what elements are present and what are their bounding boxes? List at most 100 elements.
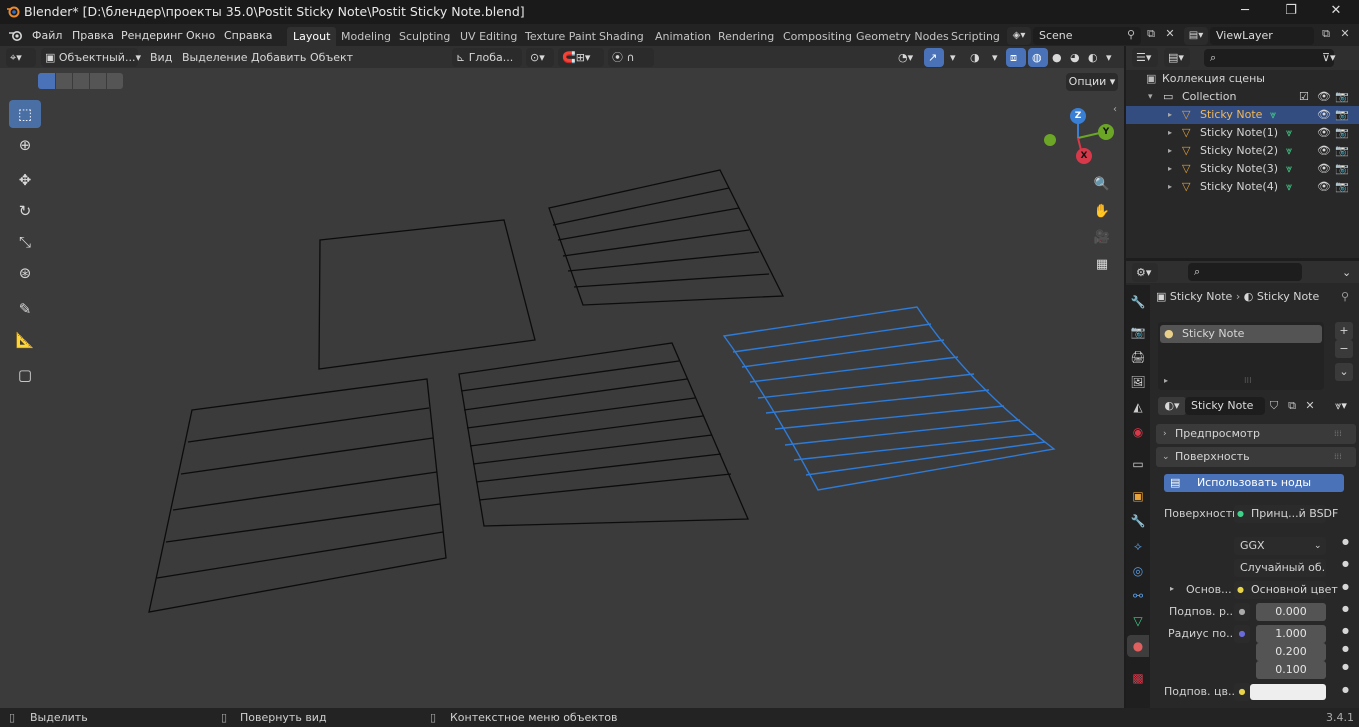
overlays-toggle-icon[interactable]: ◑	[966, 48, 988, 67]
sticky-note-mesh-flat[interactable]	[318, 219, 536, 370]
pivot-point-icon[interactable]: ⊙▾	[526, 48, 554, 67]
material-slot-list[interactable]: ● Sticky Note ▸ ⁝⁝⁝	[1158, 322, 1324, 390]
outliner-search-input[interactable]: ⌕	[1204, 49, 1334, 67]
mesh-data-icon[interactable]: ⩔	[1286, 142, 1292, 160]
drag-grip-icon[interactable]: ⁞⁞⁞	[1334, 424, 1342, 444]
overlays-dropdown-icon[interactable]: ▾	[988, 48, 1002, 67]
modifier-wrench-tab-icon[interactable]: 🔧	[1127, 510, 1149, 532]
menu-select[interactable]: Выделение	[178, 48, 252, 67]
render-tab-icon[interactable]: 📷	[1127, 321, 1149, 343]
keyframe-dot[interactable]: ●	[1342, 582, 1349, 591]
properties-options-icon[interactable]: ⌄	[1338, 263, 1354, 282]
tab-modeling[interactable]: Modeling	[335, 27, 397, 46]
material-tab-icon[interactable]: ●	[1127, 635, 1149, 657]
subsurface-method-dropdown[interactable]: Случайный об...	[1234, 559, 1326, 577]
mesh-data-tab-icon[interactable]: ▽	[1127, 610, 1149, 632]
menu-help[interactable]: Справка	[218, 27, 278, 44]
duplicate-material-icon[interactable]: ⧉	[1283, 397, 1301, 415]
expand-arrow-icon[interactable]: ▾	[1148, 88, 1153, 106]
tab-texture-paint[interactable]: Texture Paint	[519, 27, 602, 46]
visibility-eye-icon[interactable]: 👁	[1317, 124, 1331, 142]
browse-material-icon[interactable]: ◐▾	[1158, 397, 1186, 415]
perspective-grid-icon[interactable]: ▦	[1089, 252, 1115, 278]
keyframe-dot[interactable]: ●	[1342, 537, 1349, 546]
3d-viewport[interactable]: Опции ▾ ⬚ ⊕ ✥ ↻ ⤡ ⊛ ✎ 📐 ▢ Z Y X 🔍 ✋ 🎥 ▦ …	[0, 68, 1124, 708]
material-name-field[interactable]: Sticky Note	[1185, 397, 1265, 415]
xray-toggle-icon[interactable]: ⧈	[1006, 48, 1026, 67]
delete-view-layer-icon[interactable]: ✕	[1337, 27, 1353, 45]
tab-shading[interactable]: Shading	[593, 27, 650, 46]
mesh-data-icon[interactable]: ⩔	[1286, 178, 1292, 196]
view-layer-tab-icon[interactable]: 🖼	[1127, 371, 1149, 393]
expand-arrow-icon[interactable]: ▸	[1168, 160, 1172, 178]
tool-settings-tab-icon[interactable]: 🔧	[1127, 291, 1149, 313]
menu-object[interactable]: Объект	[306, 48, 357, 67]
collection-tab-icon[interactable]: ▭	[1127, 453, 1149, 475]
render-camera-icon[interactable]: 📷	[1335, 88, 1349, 106]
physics-tab-icon[interactable]: ◎	[1127, 560, 1149, 582]
surface-panel-header[interactable]: ⌄ Поверхность ⁞⁞⁞	[1156, 447, 1356, 467]
rendered-shading-icon[interactable]: ◐	[1084, 48, 1102, 67]
fake-user-shield-icon[interactable]: ⛉	[1265, 397, 1283, 415]
float-socket-icon[interactable]: ●	[1234, 603, 1250, 621]
outliner-editor-type-icon[interactable]: ☰▾	[1132, 48, 1158, 67]
material-slot-row[interactable]: ● Sticky Note	[1160, 325, 1322, 343]
solid-shading-icon[interactable]: ●	[1048, 48, 1066, 67]
properties-editor-type-icon[interactable]: ⚙▾	[1132, 263, 1158, 282]
tab-animation[interactable]: Animation	[649, 27, 717, 46]
outliner-item-sticky-note-3[interactable]: ▸ ▽ Sticky Note(3) ⩔ 👁 📷	[1126, 160, 1359, 178]
visibility-eye-icon[interactable]: 👁	[1317, 178, 1331, 196]
gizmo-toggle-icon[interactable]: ↗	[924, 48, 944, 67]
pan-hand-icon[interactable]: ✋	[1089, 199, 1115, 225]
pin-icon[interactable]: ⚲	[1341, 290, 1349, 303]
outliner-scene-collection[interactable]: ▣ Коллекция сцены	[1126, 70, 1359, 88]
keyframe-dot[interactable]: ●	[1342, 644, 1349, 653]
menu-view[interactable]: Вид	[146, 48, 176, 67]
particles-tab-icon[interactable]: ⟡	[1127, 535, 1149, 557]
keyframe-dot[interactable]: ●	[1342, 685, 1349, 694]
exclude-checkbox[interactable]: ☑	[1299, 88, 1309, 106]
gizmo-x-axis[interactable]: X	[1076, 148, 1092, 164]
wireframe-shading-icon[interactable]: ◍	[1028, 48, 1048, 67]
sticky-note-mesh-center[interactable]	[458, 342, 749, 527]
menu-add[interactable]: Добавить	[247, 48, 310, 67]
keyframe-dot[interactable]: ●	[1342, 559, 1349, 568]
base-color-field[interactable]: ● Основной цвет	[1234, 581, 1338, 599]
use-nodes-button[interactable]: ▤ Использовать ноды	[1164, 474, 1344, 492]
add-slot-button[interactable]: +	[1335, 322, 1353, 340]
view-layer-selector-icon[interactable]: ▤▾	[1184, 27, 1208, 45]
outliner-item-sticky-note-2[interactable]: ▸ ▽ Sticky Note(2) ⩔ 👁 📷	[1126, 142, 1359, 160]
tab-rendering[interactable]: Rendering	[712, 27, 780, 46]
close-window-button[interactable]: ✕	[1313, 0, 1359, 24]
render-camera-icon[interactable]: 📷	[1335, 178, 1349, 196]
surface-shader-field[interactable]: ● Принц...й BSDF	[1234, 505, 1338, 523]
proportional-editing-icon[interactable]: ⦿ ∩	[608, 48, 654, 67]
filter-icon[interactable]: ⊽▾	[1318, 48, 1344, 67]
blender-menu-icon[interactable]	[8, 28, 24, 42]
render-camera-icon[interactable]: 📷	[1335, 106, 1349, 124]
camera-view-icon[interactable]: 🎥	[1089, 225, 1115, 251]
menu-render[interactable]: Рендеринг	[115, 27, 189, 44]
minimize-button[interactable]: ─	[1222, 0, 1268, 24]
radius-y-field[interactable]: 0.200	[1256, 643, 1326, 661]
visibility-eye-icon[interactable]: 👁	[1317, 142, 1331, 160]
base-color-expand-icon[interactable]: ▸	[1170, 584, 1174, 593]
maximize-button[interactable]: ❐	[1268, 0, 1314, 24]
keyframe-dot[interactable]: ●	[1342, 604, 1349, 613]
slot-specials-button[interactable]: ⌄	[1335, 363, 1353, 381]
gizmo-z-axis[interactable]: Z	[1070, 108, 1086, 124]
view-layer-name-field[interactable]: ViewLayer	[1210, 27, 1314, 45]
tab-geometry-nodes[interactable]: Geometry Nodes	[850, 27, 955, 46]
menu-edit[interactable]: Правка	[66, 27, 120, 44]
outliner-item-sticky-note-1[interactable]: ▸ ▽ Sticky Note(1) ⩔ 👁 📷	[1126, 124, 1359, 142]
menu-window[interactable]: Окно	[180, 27, 221, 44]
remove-slot-button[interactable]: −	[1335, 340, 1353, 358]
sticky-note-mesh-selected[interactable]	[722, 306, 1056, 491]
mesh-data-icon[interactable]: ⩔	[1270, 106, 1276, 124]
output-tab-icon[interactable]: 🖨	[1127, 346, 1149, 368]
render-camera-icon[interactable]: 📷	[1335, 160, 1349, 178]
outliner-collection[interactable]: ▾ ▭ Collection ☑ 👁 📷	[1126, 88, 1359, 106]
expand-arrow-icon[interactable]: ▸	[1168, 124, 1172, 142]
tab-scripting[interactable]: Scripting	[945, 27, 1006, 46]
vector-socket-icon[interactable]: ●	[1234, 625, 1250, 643]
